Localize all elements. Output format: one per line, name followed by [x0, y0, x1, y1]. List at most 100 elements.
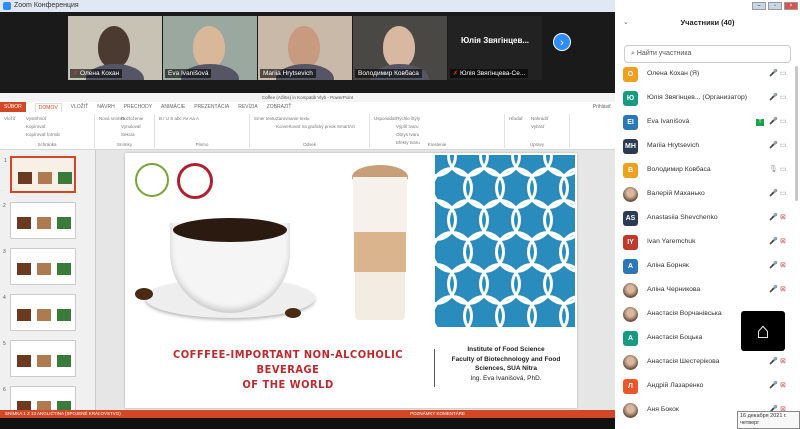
- participant-row[interactable]: Аліна Черникова 🎤 ⊠: [623, 281, 793, 301]
- ribbon-command[interactable]: B I U S abc AV Aa A: [159, 116, 199, 121]
- ribbon-command[interactable]: Výplň tvaru: [396, 124, 419, 129]
- participant-row[interactable]: IY Ivan Yaremchuk 🎤 ⊠: [623, 233, 793, 253]
- mic-muted-icon[interactable]: 🎤: [769, 237, 778, 245]
- status-notes-comments[interactable]: POZNÁMKY KOMENTÁRE: [410, 410, 465, 418]
- participant-row[interactable]: В Володимир Ковбаса 🎙 ▭: [623, 161, 793, 181]
- window-controls: – ▫ ×: [752, 2, 798, 10]
- mic-icon[interactable]: 🎙: [769, 165, 778, 173]
- thumbnail-image: [17, 263, 31, 275]
- minimize-button[interactable]: –: [752, 2, 766, 10]
- video-tile[interactable]: Mariia Hrytsevich: [258, 16, 352, 80]
- ribbon-group: Smer textu Zarovnanie textu Konvertovať na…: [250, 114, 370, 148]
- mic-muted-icon[interactable]: 🎤: [769, 93, 778, 101]
- ribbon-command[interactable]: Zarovnanie textu: [276, 116, 310, 121]
- mic-muted-icon[interactable]: 🎤: [769, 357, 778, 365]
- ribbon-command[interactable]: Vystrihnúť: [26, 116, 46, 121]
- slide-thumbnail[interactable]: 5: [3, 340, 76, 377]
- slide-thumbnails-panel[interactable]: 1 2 3 4 5 6: [0, 150, 96, 423]
- home-overlay-icon[interactable]: ⌂: [741, 311, 785, 351]
- video-name-label: Володимир Ковбаса: [355, 69, 422, 78]
- video-name-label: ✗ Юлія Звягінцева-Се...: [450, 69, 529, 78]
- video-tile[interactable]: Eva Ivanišová: [163, 16, 257, 80]
- ribbon-command[interactable]: Usporiadať: [374, 116, 396, 121]
- video-icon[interactable]: ▭: [780, 93, 787, 101]
- user-sign-in[interactable]: Prihlásiť: [593, 104, 611, 110]
- thumbnail-image: [57, 217, 71, 229]
- ribbon-command[interactable]: Vynulovať: [121, 124, 141, 129]
- video-icon[interactable]: ▭: [780, 189, 787, 197]
- video-icon[interactable]: ▭: [780, 141, 787, 149]
- close-button[interactable]: ×: [784, 2, 798, 10]
- next-videos-arrow-icon[interactable]: ›: [553, 33, 571, 51]
- video-tile[interactable]: Володимир Ковбаса: [353, 16, 447, 80]
- video-off-icon[interactable]: ⊠: [780, 237, 786, 245]
- mic-icon[interactable]: 🎤: [769, 189, 778, 197]
- thumbnail-image: [37, 217, 51, 229]
- video-icon[interactable]: ▭: [780, 165, 787, 173]
- mic-muted-icon[interactable]: 🎤: [769, 69, 778, 77]
- ribbon-tab-3[interactable]: NÁVRH: [97, 104, 115, 110]
- video-off-icon[interactable]: ⊠: [780, 285, 786, 293]
- participants-scrollbar[interactable]: [795, 66, 798, 201]
- slide-number: 4: [3, 295, 6, 301]
- slide-thumbnail[interactable]: 1: [4, 156, 76, 193]
- ribbon-command[interactable]: Sekcia: [121, 132, 135, 137]
- mic-muted-icon[interactable]: 🎤: [769, 261, 778, 269]
- participant-video: [383, 26, 415, 68]
- ribbon-tab-6[interactable]: PREZENTÁCIA: [194, 104, 229, 110]
- participant-name: Аліна Черникова: [647, 286, 701, 293]
- video-off-icon[interactable]: ⊠: [780, 213, 786, 221]
- maximize-button[interactable]: ▫: [768, 2, 782, 10]
- participant-name: Аліна Борняк: [647, 262, 689, 269]
- video-tile[interactable]: Юлія Звягінцев... ✗ Юлія Звягінцева-Се...: [448, 16, 542, 80]
- mic-icon[interactable]: 🎤: [769, 117, 778, 125]
- ribbon-command[interactable]: Vložiť: [4, 116, 15, 121]
- video-icon[interactable]: ▭: [780, 69, 787, 77]
- video-off-icon[interactable]: ⊠: [780, 381, 786, 389]
- participant-row[interactable]: А Аліна Борняк 🎤 ⊠: [623, 257, 793, 277]
- ribbon-command[interactable]: Kopírovať formát: [26, 132, 60, 137]
- ribbon-tab-5[interactable]: ANIMÁCIE: [161, 104, 185, 110]
- participant-row[interactable]: О Олена Кохан (Я) 🎤 ▭: [623, 65, 793, 85]
- ribbon-command[interactable]: Rozloženie: [121, 116, 143, 121]
- ribbon-tab-2[interactable]: VLOŽIŤ: [71, 104, 89, 110]
- mic-icon[interactable]: 🎤: [769, 141, 778, 149]
- ribbon-tab-0[interactable]: SÚBOR: [0, 102, 26, 112]
- ribbon-command[interactable]: Hľadať: [509, 116, 523, 121]
- thumbnail-image: [17, 217, 31, 229]
- participant-search-input[interactable]: ⌕ Найти участника: [624, 45, 791, 63]
- participant-row[interactable]: Анастасія Шестерікова 🎤 ⊠: [623, 353, 793, 373]
- ribbon-command[interactable]: Kopírovať: [26, 124, 46, 129]
- ribbon-command[interactable]: Smer textu: [254, 116, 276, 121]
- video-name: Mariia Hrytsevich: [263, 70, 313, 77]
- ribbon-command[interactable]: Vybrať: [531, 124, 544, 129]
- participant-row[interactable]: EI Eva Ivanišová T 🎤 ▭: [623, 113, 793, 133]
- mic-muted-icon[interactable]: 🎤: [769, 213, 778, 221]
- video-name: Юлія Звягінцева-Се...: [460, 70, 526, 77]
- ribbon-command[interactable]: Obrys tvaru: [396, 132, 419, 137]
- slide-number: 2: [3, 203, 6, 209]
- ribbon-command[interactable]: Nahradiť: [531, 116, 548, 121]
- ribbon-tab-4[interactable]: PRECHODY: [124, 104, 152, 110]
- video-tile[interactable]: ✗ Олена Кохан: [68, 16, 162, 80]
- participant-row[interactable]: Валерій Маханько 🎤 ▭: [623, 185, 793, 205]
- ribbon-group-label: Písmo: [195, 142, 209, 147]
- participant-row[interactable]: AS Anastasiia Shevchenko 🎤 ⊠: [623, 209, 793, 229]
- participants-title: Участники (40): [680, 18, 735, 27]
- ribbon-command[interactable]: Konvertovať na grafický prvok SmartArt: [276, 124, 355, 129]
- mic-muted-icon[interactable]: 🎤: [769, 285, 778, 293]
- slide-thumbnail[interactable]: 4: [3, 294, 76, 331]
- ribbon-tab-8[interactable]: ZOBRAZIŤ: [267, 104, 292, 110]
- ribbon-command[interactable]: Rýchle štýly: [396, 116, 420, 121]
- video-off-icon[interactable]: ⊠: [780, 261, 786, 269]
- video-icon[interactable]: ▭: [780, 117, 787, 125]
- participant-row[interactable]: MH Mariia Hrytsevich 🎤 ▭: [623, 137, 793, 157]
- ribbon-tab-1[interactable]: DOMOV: [34, 102, 62, 112]
- participant-row[interactable]: Л Андрій Лазаренко 🎤 ⊠: [623, 377, 793, 397]
- video-off-icon[interactable]: ⊠: [780, 357, 786, 365]
- slide-thumbnail[interactable]: 2: [3, 202, 76, 239]
- ribbon-tab-7[interactable]: REVÍZIA: [238, 104, 257, 110]
- slide-thumbnail[interactable]: 3: [3, 248, 76, 285]
- mic-muted-icon[interactable]: 🎤: [769, 381, 778, 389]
- participant-row[interactable]: Ю Юлія Звягінцев... (Организатор) 🎤 ▭: [623, 89, 793, 109]
